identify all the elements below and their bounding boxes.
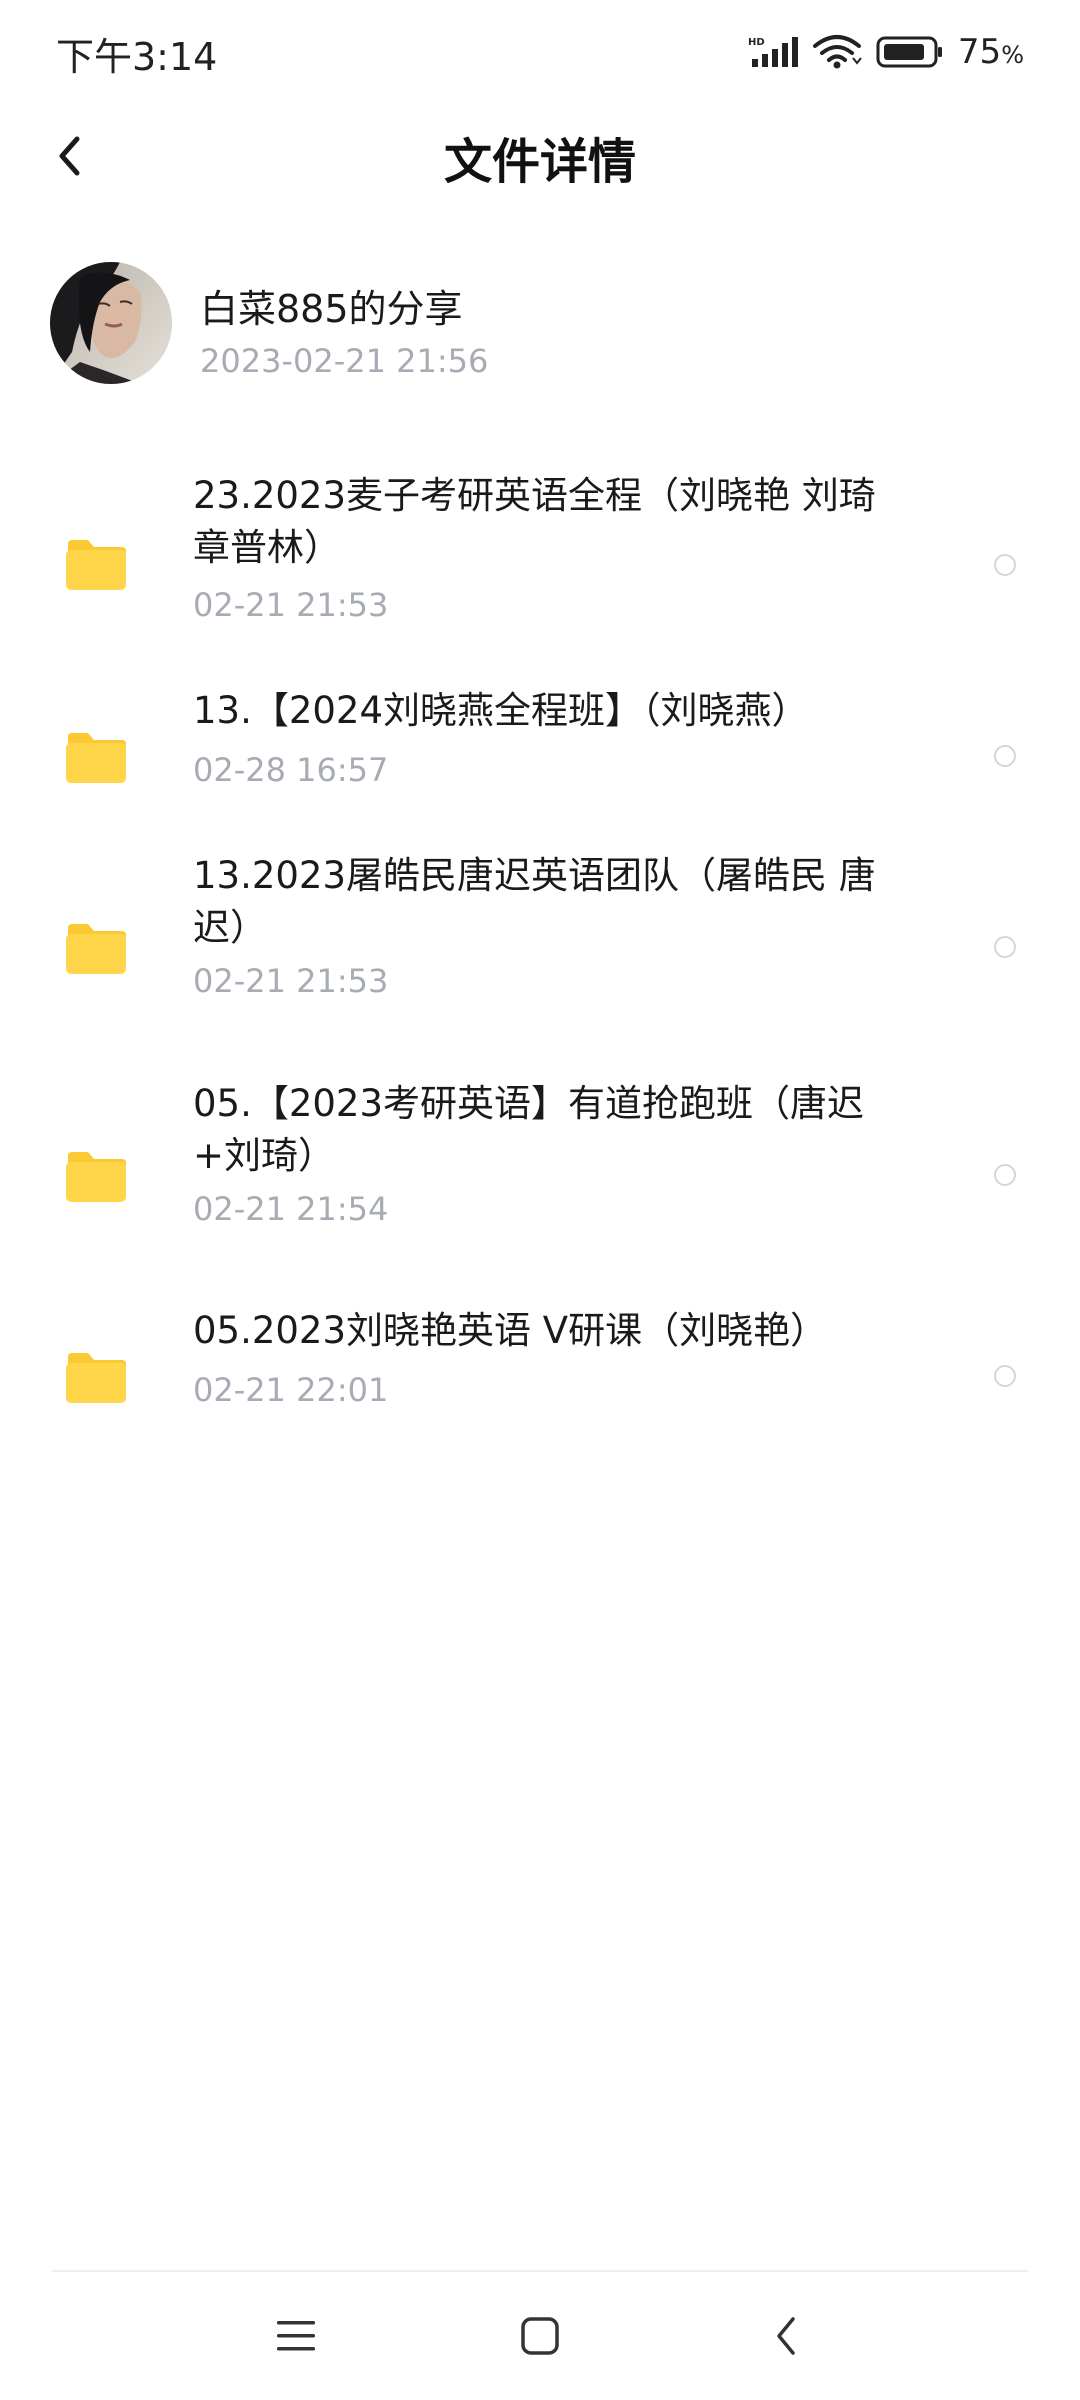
battery-percent-value: 75 xyxy=(957,32,1002,72)
share-time: 2023-02-21 21:56 xyxy=(200,342,489,380)
file-name: 23.2023麦子考研英语全程（刘晓艳 刘琦 章普林） xyxy=(193,474,876,569)
file-details-screen: 下午3:14 HD 75% 文件详情 白菜885的分享 2023-02-21 2… xyxy=(0,0,1080,2400)
menu-icon xyxy=(277,2321,315,2351)
avatar[interactable] xyxy=(50,262,172,384)
folder-icon xyxy=(66,924,126,974)
folder-icon xyxy=(66,540,126,590)
file-time: 02-28 16:57 xyxy=(193,751,389,789)
sharer-info: 白菜885的分享 2023-02-21 21:56 xyxy=(0,258,1080,398)
file-name: 13.2023屠皓民唐迟英语团队（屠皓民 唐迟） xyxy=(193,854,876,949)
home-square-icon xyxy=(521,2317,559,2355)
select-radio[interactable] xyxy=(994,745,1016,767)
back-triangle-icon xyxy=(777,2317,795,2355)
system-back-button[interactable] xyxy=(756,2306,816,2366)
sharer-name: 白菜885的分享 xyxy=(200,287,463,331)
status-time: 下午3:14 xyxy=(56,35,218,79)
select-radio[interactable] xyxy=(994,554,1016,576)
folder-icon xyxy=(66,1152,126,1202)
hd-label: HD xyxy=(748,37,765,48)
list-item[interactable]: 23.2023麦子考研英语全程（刘晓艳 刘琦 章普林） 02-21 21:53 xyxy=(0,470,1080,650)
file-name: 13.【2024刘晓燕全程班】（刘晓燕） xyxy=(193,689,809,732)
signal-icon: HD xyxy=(748,35,798,69)
status-bar: 下午3:14 HD 75% xyxy=(0,0,1080,100)
file-time: 02-21 21:53 xyxy=(193,962,389,1000)
file-name: 05.2023刘晓艳英语 V研课（刘晓艳） xyxy=(193,1309,828,1352)
select-radio[interactable] xyxy=(994,1365,1016,1387)
list-item[interactable]: 13.2023屠皓民唐迟英语团队（屠皓民 唐迟） 02-21 21:53 xyxy=(0,850,1080,1030)
page-title: 文件详情 xyxy=(443,134,636,190)
home-button[interactable] xyxy=(510,2306,570,2366)
file-name: 05.【2023考研英语】有道抢跑班（唐迟+刘琦） xyxy=(193,1082,865,1177)
status-icons: HD 75% xyxy=(748,28,1024,76)
battery-percent: 75% xyxy=(958,32,1024,72)
file-time: 02-21 22:01 xyxy=(193,1371,389,1409)
recent-apps-button[interactable] xyxy=(266,2306,326,2366)
file-time: 02-21 21:54 xyxy=(193,1190,389,1228)
select-radio[interactable] xyxy=(994,936,1016,958)
list-item[interactable]: 05.【2023考研英语】有道抢跑班（唐迟+刘琦） 02-21 21:54 xyxy=(0,1078,1080,1258)
battery-percent-unit: % xyxy=(1001,41,1024,69)
file-time: 02-21 21:53 xyxy=(193,586,389,624)
list-item[interactable]: 13.【2024刘晓燕全程班】（刘晓燕） 02-28 16:57 xyxy=(0,685,1080,805)
top-bar: 文件详情 xyxy=(0,110,1080,200)
select-radio[interactable] xyxy=(994,1164,1016,1186)
folder-icon xyxy=(66,1353,126,1403)
list-item[interactable]: 05.2023刘晓艳英语 V研课（刘晓艳） 02-21 22:01 xyxy=(0,1305,1080,1425)
folder-icon xyxy=(66,733,126,783)
wifi-icon xyxy=(812,34,862,70)
system-nav-bar xyxy=(0,2272,1080,2400)
battery-icon xyxy=(876,35,944,69)
